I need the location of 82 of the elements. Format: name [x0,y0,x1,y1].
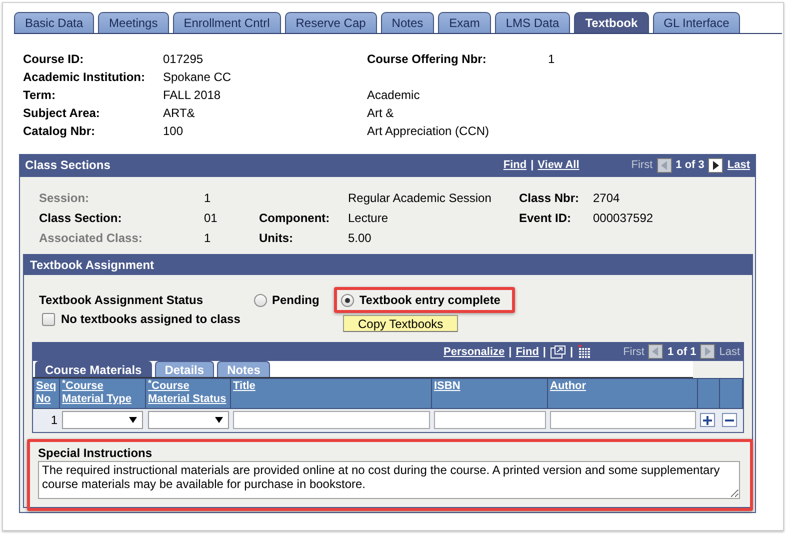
field-label: Units: [259,231,294,245]
tab[interactable]: GL Interface [652,12,740,33]
nav-link[interactable]: Last [727,159,750,171]
row-number: 1 [50,413,58,428]
link-separator: | [570,346,574,358]
dropdown[interactable] [148,411,228,430]
field-value: 100 [163,124,184,138]
input-field[interactable] [550,411,696,430]
field-label: Subject Area: [23,106,101,120]
tab[interactable]: Notes [380,12,434,33]
plus-icon [702,414,712,426]
field-label: Event ID: [519,211,572,225]
field-value: Lecture [348,211,390,225]
section-title: Class Sections [25,158,110,172]
field-description: Academic [367,88,421,102]
nav-link[interactable]: Personalize [443,346,505,358]
tab[interactable]: Exam [438,12,491,33]
link-separator: | [508,346,512,358]
field-label: Course Offering Nbr: [367,52,488,66]
field-value: 1 [548,52,556,66]
spreadsheet-icon[interactable] [577,344,592,358]
field-label: Academic Institution: [23,70,146,84]
tab[interactable]: Textbook [574,12,649,33]
field-value: FALL 2018 [163,88,222,102]
field-label: Term: [23,88,56,102]
field-value: ART& [163,106,196,120]
tab[interactable]: LMS Data [494,12,570,33]
field-label: Course ID: [23,52,85,66]
new-window-icon[interactable] [550,344,566,358]
column-header[interactable]: Author [548,378,698,408]
copy-button[interactable]: Copy Textbooks [343,315,458,332]
field-label: Catalog Nbr: [23,124,96,138]
checkbox[interactable]: No textbooks assigned to class [42,312,329,326]
radio-option[interactable]: Pending [247,287,334,313]
instructions-field[interactable]: The required instructional materials are provided online at no cost during the course. A printed version and some supplementary course materials may be available for purchase in bookstore. [38,460,740,498]
column-header[interactable]: Seq No [34,378,60,408]
field-label: Session: [39,191,90,205]
tab[interactable]: Meetings [98,12,169,33]
field-value: Spokane CC [163,70,232,84]
link-separator: | [542,346,546,358]
first-label: First [631,159,653,171]
column-header[interactable]: ISBN [432,378,548,408]
nav-link[interactable]: Find [503,159,527,171]
field-description: Art Appreciation (CCN) [367,124,490,138]
grid-tab[interactable]: Course Materials [35,361,152,377]
field-label: Class Section: [39,211,123,225]
nav-link[interactable]: Find [516,346,539,358]
column-header[interactable]: $^{*}$Course Material Status [146,378,230,408]
status-label: Textbook Assignment Status [39,293,204,307]
column-header[interactable]: Title [230,378,432,408]
instructions-label: Special Instructions [38,446,154,460]
column-header[interactable]: $^{*}$Course Material Type [60,378,146,408]
dropdown-arrow-icon [128,417,136,424]
tab[interactable]: Basic Data [14,12,94,33]
radio-option[interactable]: Textbook entry complete [334,287,516,313]
first-label: First [623,346,644,358]
field-value: 1 [204,231,212,245]
field-value: 1 [204,191,212,205]
nav-link[interactable]: View All [538,159,580,171]
tab[interactable]: Reserve Cap [284,12,377,33]
field-value: Regular Academic Session [348,191,492,205]
field-value: 5.00 [348,231,372,245]
field-description: Art & [367,106,395,120]
dropdown-arrow-icon [214,417,222,424]
tab[interactable]: Enrollment Cntrl [172,12,281,33]
field-value: 000037592 [593,211,654,225]
link-separator: | [530,159,534,171]
field-label: Component: [259,211,331,225]
last-label: Last [719,346,740,358]
field-value: 01 [204,211,218,225]
field-label: Associated Class: [39,231,144,245]
input-field[interactable] [434,411,546,430]
add-row-button[interactable] [700,413,714,428]
delete-row-button[interactable] [722,413,736,428]
field-value: 2704 [593,191,621,205]
field-value: 017295 [163,52,204,66]
field-label: Class Nbr: [519,191,580,205]
page-count: 1 of 1 [667,346,696,358]
dropdown[interactable] [62,411,142,430]
input-field[interactable] [232,411,430,430]
page-count: 1 of 3 [676,159,704,171]
section-title: Textbook Assignment [30,258,154,272]
